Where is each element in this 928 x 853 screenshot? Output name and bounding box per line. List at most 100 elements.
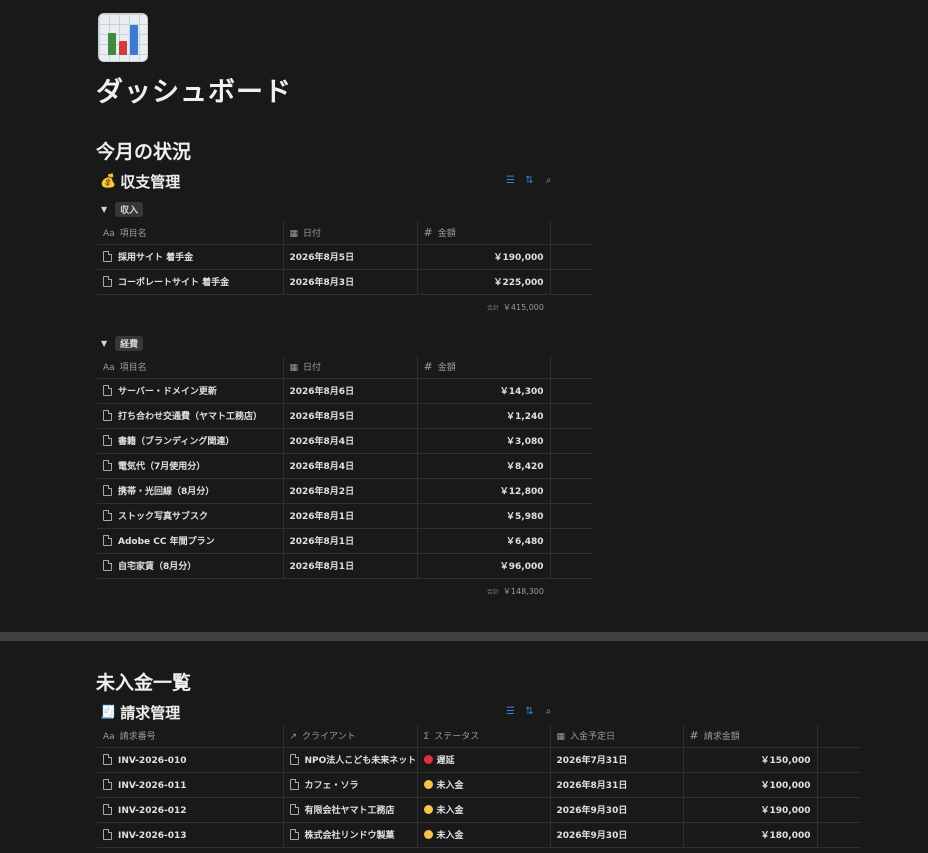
- column-header-invoice[interactable]: Aa 請求番号: [97, 725, 283, 748]
- invoice-number-cell[interactable]: INV-2026-013: [97, 822, 283, 848]
- table-row[interactable]: ストック写真サブスク 2026年8月1日 ￥5,980: [97, 503, 593, 529]
- table-row[interactable]: 自宅家賃（8月分） 2026年8月1日 ￥96,000: [97, 553, 593, 579]
- client-cell[interactable]: 株式会社リンドウ製菓: [282, 822, 417, 848]
- row-amount-cell[interactable]: ￥225,000: [416, 269, 550, 295]
- table-row[interactable]: INV-2026-010 NPO法人こども未来ネットワーク 遅延 2026年7月…: [97, 747, 860, 773]
- row-name-cell[interactable]: サーバー・ドメイン更新: [97, 378, 283, 404]
- row-amount-cell[interactable]: ￥6,480: [416, 528, 550, 554]
- row-date-cell[interactable]: 2026年8月5日: [282, 244, 417, 270]
- client-cell[interactable]: カフェ・ソラ: [282, 772, 417, 798]
- table-row[interactable]: コーポレートサイト 着手金 2026年8月3日 ￥225,000: [97, 269, 593, 295]
- table-row[interactable]: 携帯・光回線（8月分） 2026年8月2日 ￥12,800: [97, 478, 593, 504]
- row-amount-cell[interactable]: ￥1,240: [416, 403, 550, 429]
- table-row[interactable]: サーバー・ドメイン更新 2026年8月6日 ￥14,300: [97, 378, 593, 404]
- row-amount-cell[interactable]: ￥190,000: [416, 244, 550, 270]
- column-header-add[interactable]: [816, 725, 860, 748]
- row-empty-cell[interactable]: [549, 403, 593, 429]
- search-icon[interactable]: ⌕: [544, 706, 553, 717]
- invoice-number-cell[interactable]: INV-2026-011: [97, 772, 283, 798]
- row-empty-cell[interactable]: [549, 553, 593, 579]
- column-header-name[interactable]: Aa 項目名: [97, 356, 283, 379]
- row-empty-cell[interactable]: [549, 478, 593, 504]
- row-amount-cell[interactable]: ￥8,420: [416, 453, 550, 479]
- row-date-cell[interactable]: 2026年8月1日: [282, 553, 417, 579]
- status-cell[interactable]: 未入金: [416, 797, 550, 823]
- row-date-cell[interactable]: 2026年8月2日: [282, 478, 417, 504]
- database-title-invoices[interactable]: 🧾 請求管理: [100, 702, 180, 723]
- due-date-cell[interactable]: 2026年9月30日: [549, 822, 683, 848]
- row-date-cell[interactable]: 2026年8月6日: [282, 378, 417, 404]
- amount-cell[interactable]: ￥190,000: [682, 797, 817, 823]
- group-header-income[interactable]: ▼ 収入: [101, 202, 144, 217]
- row-name-cell[interactable]: 携帯・光回線（8月分）: [97, 478, 283, 504]
- status-cell[interactable]: 遅延: [416, 747, 550, 773]
- row-name-cell[interactable]: 自宅家賃（8月分）: [97, 553, 283, 579]
- sort-icon[interactable]: ⇅: [525, 175, 534, 186]
- row-date-cell[interactable]: 2026年8月1日: [282, 528, 417, 554]
- column-header-add[interactable]: [549, 222, 593, 245]
- row-name-cell[interactable]: 書籍（ブランディング関連）: [97, 428, 283, 454]
- table-row[interactable]: 書籍（ブランディング関連） 2026年8月4日 ￥3,080: [97, 428, 593, 454]
- income-sum[interactable]: 合計 ￥415,000: [416, 302, 544, 313]
- table-row[interactable]: Adobe CC 年間プラン 2026年8月1日 ￥6,480: [97, 528, 593, 554]
- filter-icon[interactable]: ☰: [506, 706, 515, 717]
- row-empty-cell[interactable]: [816, 747, 860, 773]
- filter-icon[interactable]: ☰: [506, 175, 515, 186]
- row-date-cell[interactable]: 2026年8月1日: [282, 503, 417, 529]
- row-amount-cell[interactable]: ￥12,800: [416, 478, 550, 504]
- table-row[interactable]: 採用サイト 着手金 2026年8月5日 ￥190,000: [97, 244, 593, 270]
- row-name-cell[interactable]: 採用サイト 着手金: [97, 244, 283, 270]
- due-date-cell[interactable]: 2026年7月31日: [549, 747, 683, 773]
- amount-cell[interactable]: ￥100,000: [682, 772, 817, 798]
- amount-cell[interactable]: ￥150,000: [682, 747, 817, 773]
- triangle-down-icon[interactable]: ▼: [101, 339, 107, 348]
- row-empty-cell[interactable]: [816, 797, 860, 823]
- due-date-cell[interactable]: 2026年9月30日: [549, 797, 683, 823]
- row-empty-cell[interactable]: [549, 428, 593, 454]
- client-cell[interactable]: 有限会社ヤマト工務店: [282, 797, 417, 823]
- database-title-income-expense[interactable]: 💰 収支管理: [100, 171, 180, 192]
- row-date-cell[interactable]: 2026年8月4日: [282, 453, 417, 479]
- column-header-date[interactable]: ▦ 日付: [282, 356, 417, 379]
- column-header-amount[interactable]: # 請求金額: [682, 725, 817, 748]
- column-header-client[interactable]: ↗ クライアント: [282, 725, 417, 748]
- row-amount-cell[interactable]: ￥5,980: [416, 503, 550, 529]
- column-header-date[interactable]: ▦ 日付: [282, 222, 417, 245]
- table-row[interactable]: 打ち合わせ交通費（ヤマト工務店） 2026年8月5日 ￥1,240: [97, 403, 593, 429]
- bar-chart-icon[interactable]: [98, 13, 148, 62]
- client-cell[interactable]: NPO法人こども未来ネットワーク: [282, 747, 417, 773]
- row-name-cell[interactable]: 打ち合わせ交通費（ヤマト工務店）: [97, 403, 283, 429]
- row-amount-cell[interactable]: ￥14,300: [416, 378, 550, 404]
- row-empty-cell[interactable]: [549, 528, 593, 554]
- triangle-down-icon[interactable]: ▼: [101, 205, 107, 214]
- status-cell[interactable]: 未入金: [416, 822, 550, 848]
- table-row[interactable]: INV-2026-013 株式会社リンドウ製菓 未入金 2026年9月30日 ￥…: [97, 822, 860, 848]
- expense-sum[interactable]: 合計 ￥148,300: [416, 586, 544, 597]
- row-empty-cell[interactable]: [549, 269, 593, 295]
- row-name-cell[interactable]: ストック写真サブスク: [97, 503, 283, 529]
- row-date-cell[interactable]: 2026年8月4日: [282, 428, 417, 454]
- invoice-number-cell[interactable]: INV-2026-010: [97, 747, 283, 773]
- invoice-number-cell[interactable]: INV-2026-012: [97, 797, 283, 823]
- table-row[interactable]: INV-2026-011 カフェ・ソラ 未入金 2026年8月31日 ￥100,…: [97, 772, 860, 798]
- row-name-cell[interactable]: 電気代（7月使用分）: [97, 453, 283, 479]
- row-amount-cell[interactable]: ￥3,080: [416, 428, 550, 454]
- sort-icon[interactable]: ⇅: [525, 706, 534, 717]
- column-header-amount[interactable]: # 金額: [416, 222, 550, 245]
- column-header-due[interactable]: ▦ 入金予定日: [549, 725, 683, 748]
- row-name-cell[interactable]: コーポレートサイト 着手金: [97, 269, 283, 295]
- column-header-amount[interactable]: # 金額: [416, 356, 550, 379]
- row-date-cell[interactable]: 2026年8月5日: [282, 403, 417, 429]
- row-empty-cell[interactable]: [549, 378, 593, 404]
- search-icon[interactable]: ⌕: [544, 175, 553, 186]
- row-empty-cell[interactable]: [816, 772, 860, 798]
- column-header-name[interactable]: Aa 項目名: [97, 222, 283, 245]
- table-row[interactable]: 電気代（7月使用分） 2026年8月4日 ￥8,420: [97, 453, 593, 479]
- status-cell[interactable]: 未入金: [416, 772, 550, 798]
- amount-cell[interactable]: ￥180,000: [682, 822, 817, 848]
- column-header-add[interactable]: [549, 356, 593, 379]
- row-empty-cell[interactable]: [549, 244, 593, 270]
- row-amount-cell[interactable]: ￥96,000: [416, 553, 550, 579]
- due-date-cell[interactable]: 2026年8月31日: [549, 772, 683, 798]
- group-header-expenses[interactable]: ▼ 経費: [101, 336, 144, 351]
